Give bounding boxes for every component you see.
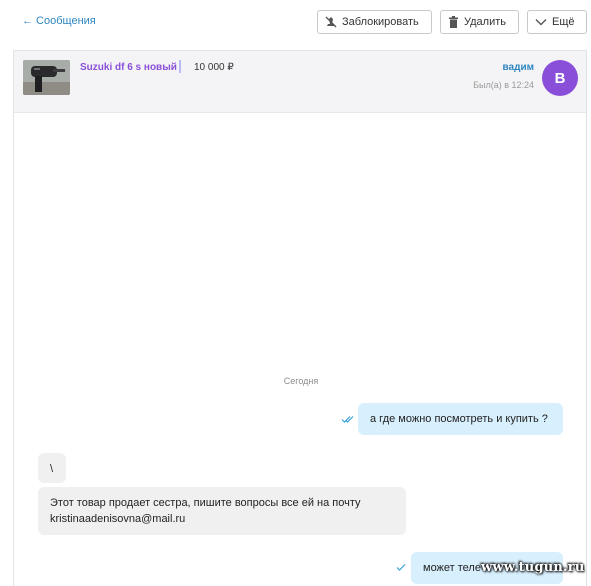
item-title-link[interactable]: Suzuki df 6 s новый — [80, 62, 177, 73]
double-check-read-icon — [341, 416, 354, 423]
outboard-motor-photo — [23, 60, 70, 95]
message-incoming: \ — [38, 453, 66, 483]
user-name-link[interactable]: вадим — [503, 62, 534, 73]
block-icon — [325, 16, 337, 28]
chat-panel: Suzuki df 6 s новый 10 000 ₽ вадим Был(а… — [13, 50, 587, 586]
delete-chat-button[interactable]: Удалить — [440, 10, 519, 34]
message-incoming: Этот товар продает сестра, пишите вопрос… — [38, 487, 406, 535]
delete-chat-label: Удалить — [464, 16, 506, 28]
text-cursor — [179, 60, 181, 73]
block-user-button[interactable]: Заблокировать — [317, 10, 432, 34]
more-actions-label: Ещё — [552, 16, 575, 28]
date-separator: Сегодня — [283, 376, 319, 386]
check-sent-icon — [396, 564, 406, 571]
watermark: www.tugun.ru — [481, 560, 585, 575]
avatar[interactable]: В — [542, 60, 578, 96]
item-thumbnail[interactable] — [23, 60, 70, 95]
last-seen-status: Был(а) в 12:24 — [473, 80, 534, 90]
back-to-messages-link[interactable]: ← Сообщения — [22, 15, 96, 27]
message-outgoing: а где можно посмотреть и купить ? — [358, 403, 563, 435]
chevron-down-icon — [535, 19, 547, 26]
top-toolbar: ← Сообщения Заблокировать Удалить Ещё — [0, 0, 591, 46]
block-user-label: Заблокировать — [342, 16, 419, 28]
item-price: 10 000 ₽ — [194, 62, 234, 73]
chat-header: Suzuki df 6 s новый 10 000 ₽ вадим Был(а… — [14, 51, 586, 113]
trash-icon — [449, 16, 458, 28]
more-actions-button[interactable]: Ещё — [527, 10, 587, 34]
